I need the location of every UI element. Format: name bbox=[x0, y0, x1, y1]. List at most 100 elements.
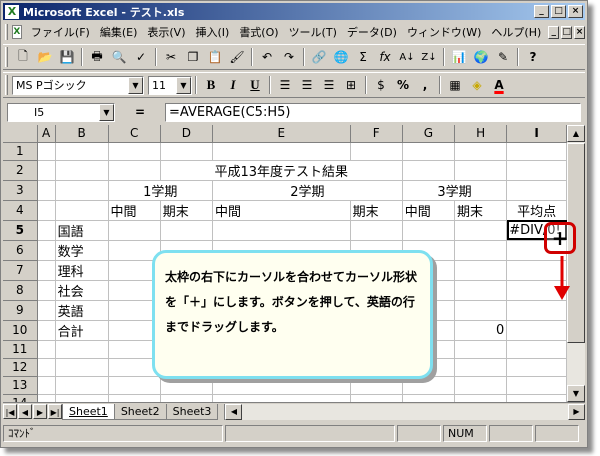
function-icon[interactable]: fx bbox=[374, 46, 396, 68]
tab-sheet1[interactable]: Sheet1 bbox=[62, 403, 115, 420]
cell-total-h[interactable]: 0 bbox=[454, 320, 508, 341]
menu-data[interactable]: データ(D) bbox=[342, 24, 402, 40]
row-header-3[interactable]: 3 bbox=[3, 180, 38, 201]
last-sheet-icon[interactable]: ▶| bbox=[48, 404, 62, 419]
column-header-c[interactable]: C bbox=[108, 125, 161, 143]
font-color-icon[interactable]: A bbox=[488, 74, 510, 96]
cell[interactable] bbox=[55, 358, 109, 377]
chevron-down-icon[interactable]: ▼ bbox=[176, 76, 191, 94]
drawing-icon[interactable]: ✎ bbox=[492, 46, 514, 68]
cell[interactable] bbox=[160, 394, 214, 402]
doc-close-button[interactable]: × bbox=[574, 25, 585, 39]
cell[interactable] bbox=[454, 280, 508, 301]
cell[interactable] bbox=[506, 358, 567, 377]
column-header-h[interactable]: H bbox=[454, 125, 508, 143]
column-header-g[interactable]: G bbox=[402, 125, 456, 143]
menu-format[interactable]: 書式(O) bbox=[234, 24, 283, 40]
tab-sheet3[interactable]: Sheet3 bbox=[165, 403, 219, 420]
column-header-e[interactable]: E bbox=[212, 125, 351, 143]
cell[interactable] bbox=[55, 340, 109, 359]
cell[interactable] bbox=[37, 160, 56, 181]
excel-app-icon[interactable]: X bbox=[5, 4, 19, 19]
cell[interactable] bbox=[506, 160, 567, 181]
cell[interactable] bbox=[212, 142, 351, 161]
cell[interactable] bbox=[454, 142, 508, 161]
cell[interactable] bbox=[454, 358, 508, 377]
cell[interactable] bbox=[37, 200, 56, 221]
row-header-7[interactable]: 7 bbox=[3, 260, 38, 281]
cut-icon[interactable]: ✂ bbox=[160, 46, 182, 68]
cell[interactable] bbox=[454, 240, 508, 261]
cell[interactable] bbox=[37, 240, 56, 261]
cell[interactable] bbox=[402, 220, 456, 241]
cell[interactable] bbox=[37, 280, 56, 301]
select-all-corner[interactable] bbox=[3, 125, 38, 143]
cell-subject[interactable]: 英語 bbox=[55, 300, 109, 321]
chevron-down-icon[interactable]: ▼ bbox=[128, 76, 143, 94]
row-header-14[interactable]: 14 bbox=[3, 394, 38, 402]
cell-final[interactable]: 期末 bbox=[350, 200, 403, 221]
cell[interactable] bbox=[108, 376, 161, 395]
close-button[interactable]: × bbox=[568, 5, 583, 18]
cell[interactable] bbox=[108, 220, 161, 241]
cell[interactable] bbox=[454, 376, 508, 395]
cell[interactable] bbox=[55, 376, 109, 395]
first-sheet-icon[interactable]: |◀ bbox=[3, 404, 17, 419]
name-box[interactable]: I5 ▼ bbox=[7, 102, 115, 122]
cell[interactable] bbox=[55, 142, 109, 161]
cell[interactable] bbox=[37, 260, 56, 281]
document-icon[interactable]: X bbox=[11, 25, 22, 39]
menu-help[interactable]: ヘルプ(H) bbox=[486, 24, 546, 40]
redo-icon[interactable]: ↷ bbox=[278, 46, 300, 68]
cell[interactable] bbox=[402, 394, 456, 402]
row-header-13[interactable]: 13 bbox=[3, 376, 38, 395]
row-header-12[interactable]: 12 bbox=[3, 358, 38, 377]
cell[interactable] bbox=[55, 200, 109, 221]
cell[interactable] bbox=[37, 220, 56, 241]
cell-subject[interactable]: 数学 bbox=[55, 240, 109, 261]
cell-midterm[interactable]: 中間 bbox=[108, 200, 161, 221]
horizontal-scrollbar[interactable]: ◀ ▶ bbox=[224, 403, 585, 420]
map-icon[interactable]: 🌍 bbox=[470, 46, 492, 68]
bold-button[interactable]: B bbox=[200, 74, 222, 96]
cell-subject[interactable]: 国語 bbox=[55, 220, 109, 241]
cell[interactable] bbox=[506, 320, 567, 341]
menu-edit[interactable]: 編集(E) bbox=[95, 24, 143, 40]
cell[interactable] bbox=[108, 394, 161, 402]
toolbar-grip[interactable] bbox=[5, 75, 8, 95]
cell[interactable] bbox=[37, 180, 56, 201]
scroll-up-icon[interactable]: ▲ bbox=[567, 125, 585, 142]
cell-subject[interactable]: 社会 bbox=[55, 280, 109, 301]
cell-average-header[interactable]: 平均点 bbox=[506, 200, 567, 221]
hyperlink-icon[interactable]: 🔗 bbox=[308, 46, 330, 68]
help-icon[interactable]: ? bbox=[522, 46, 544, 68]
align-center-icon[interactable]: ☰ bbox=[296, 74, 318, 96]
cell-subject[interactable]: 理科 bbox=[55, 260, 109, 281]
doc-minimize-button[interactable]: _ bbox=[548, 25, 560, 39]
prev-sheet-icon[interactable]: ◀ bbox=[18, 404, 32, 419]
autosum-icon[interactable]: Σ bbox=[352, 46, 374, 68]
scroll-down-icon[interactable]: ▼ bbox=[567, 385, 585, 402]
cell-title[interactable]: 平成13年度テスト結果 bbox=[212, 160, 351, 181]
cell-subject[interactable]: 合計 bbox=[55, 320, 109, 341]
cell[interactable] bbox=[160, 160, 213, 181]
doc-restore-button[interactable]: □ bbox=[561, 25, 573, 39]
cell-final[interactable]: 期末 bbox=[454, 200, 508, 221]
sort-ascending-icon[interactable]: A↓ bbox=[396, 46, 418, 68]
cell[interactable] bbox=[506, 340, 567, 359]
paste-icon[interactable]: 📋 bbox=[204, 46, 226, 68]
menu-window[interactable]: ウィンドウ(W) bbox=[402, 24, 486, 40]
column-header-a[interactable]: A bbox=[37, 125, 56, 143]
cell-term2[interactable]: 2学期 bbox=[212, 180, 403, 201]
cell-midterm[interactable]: 中間 bbox=[212, 200, 351, 221]
scroll-left-icon[interactable]: ◀ bbox=[225, 403, 243, 420]
italic-button[interactable]: I bbox=[222, 74, 244, 96]
cell[interactable] bbox=[108, 142, 161, 161]
scroll-right-icon[interactable]: ▶ bbox=[568, 403, 585, 420]
chart-wizard-icon[interactable]: 📊 bbox=[448, 46, 470, 68]
align-left-icon[interactable]: ☰ bbox=[274, 74, 296, 96]
menu-grip[interactable] bbox=[5, 24, 8, 40]
cell[interactable] bbox=[402, 160, 456, 181]
menu-insert[interactable]: 挿入(I) bbox=[190, 24, 234, 40]
cell[interactable] bbox=[350, 220, 403, 241]
